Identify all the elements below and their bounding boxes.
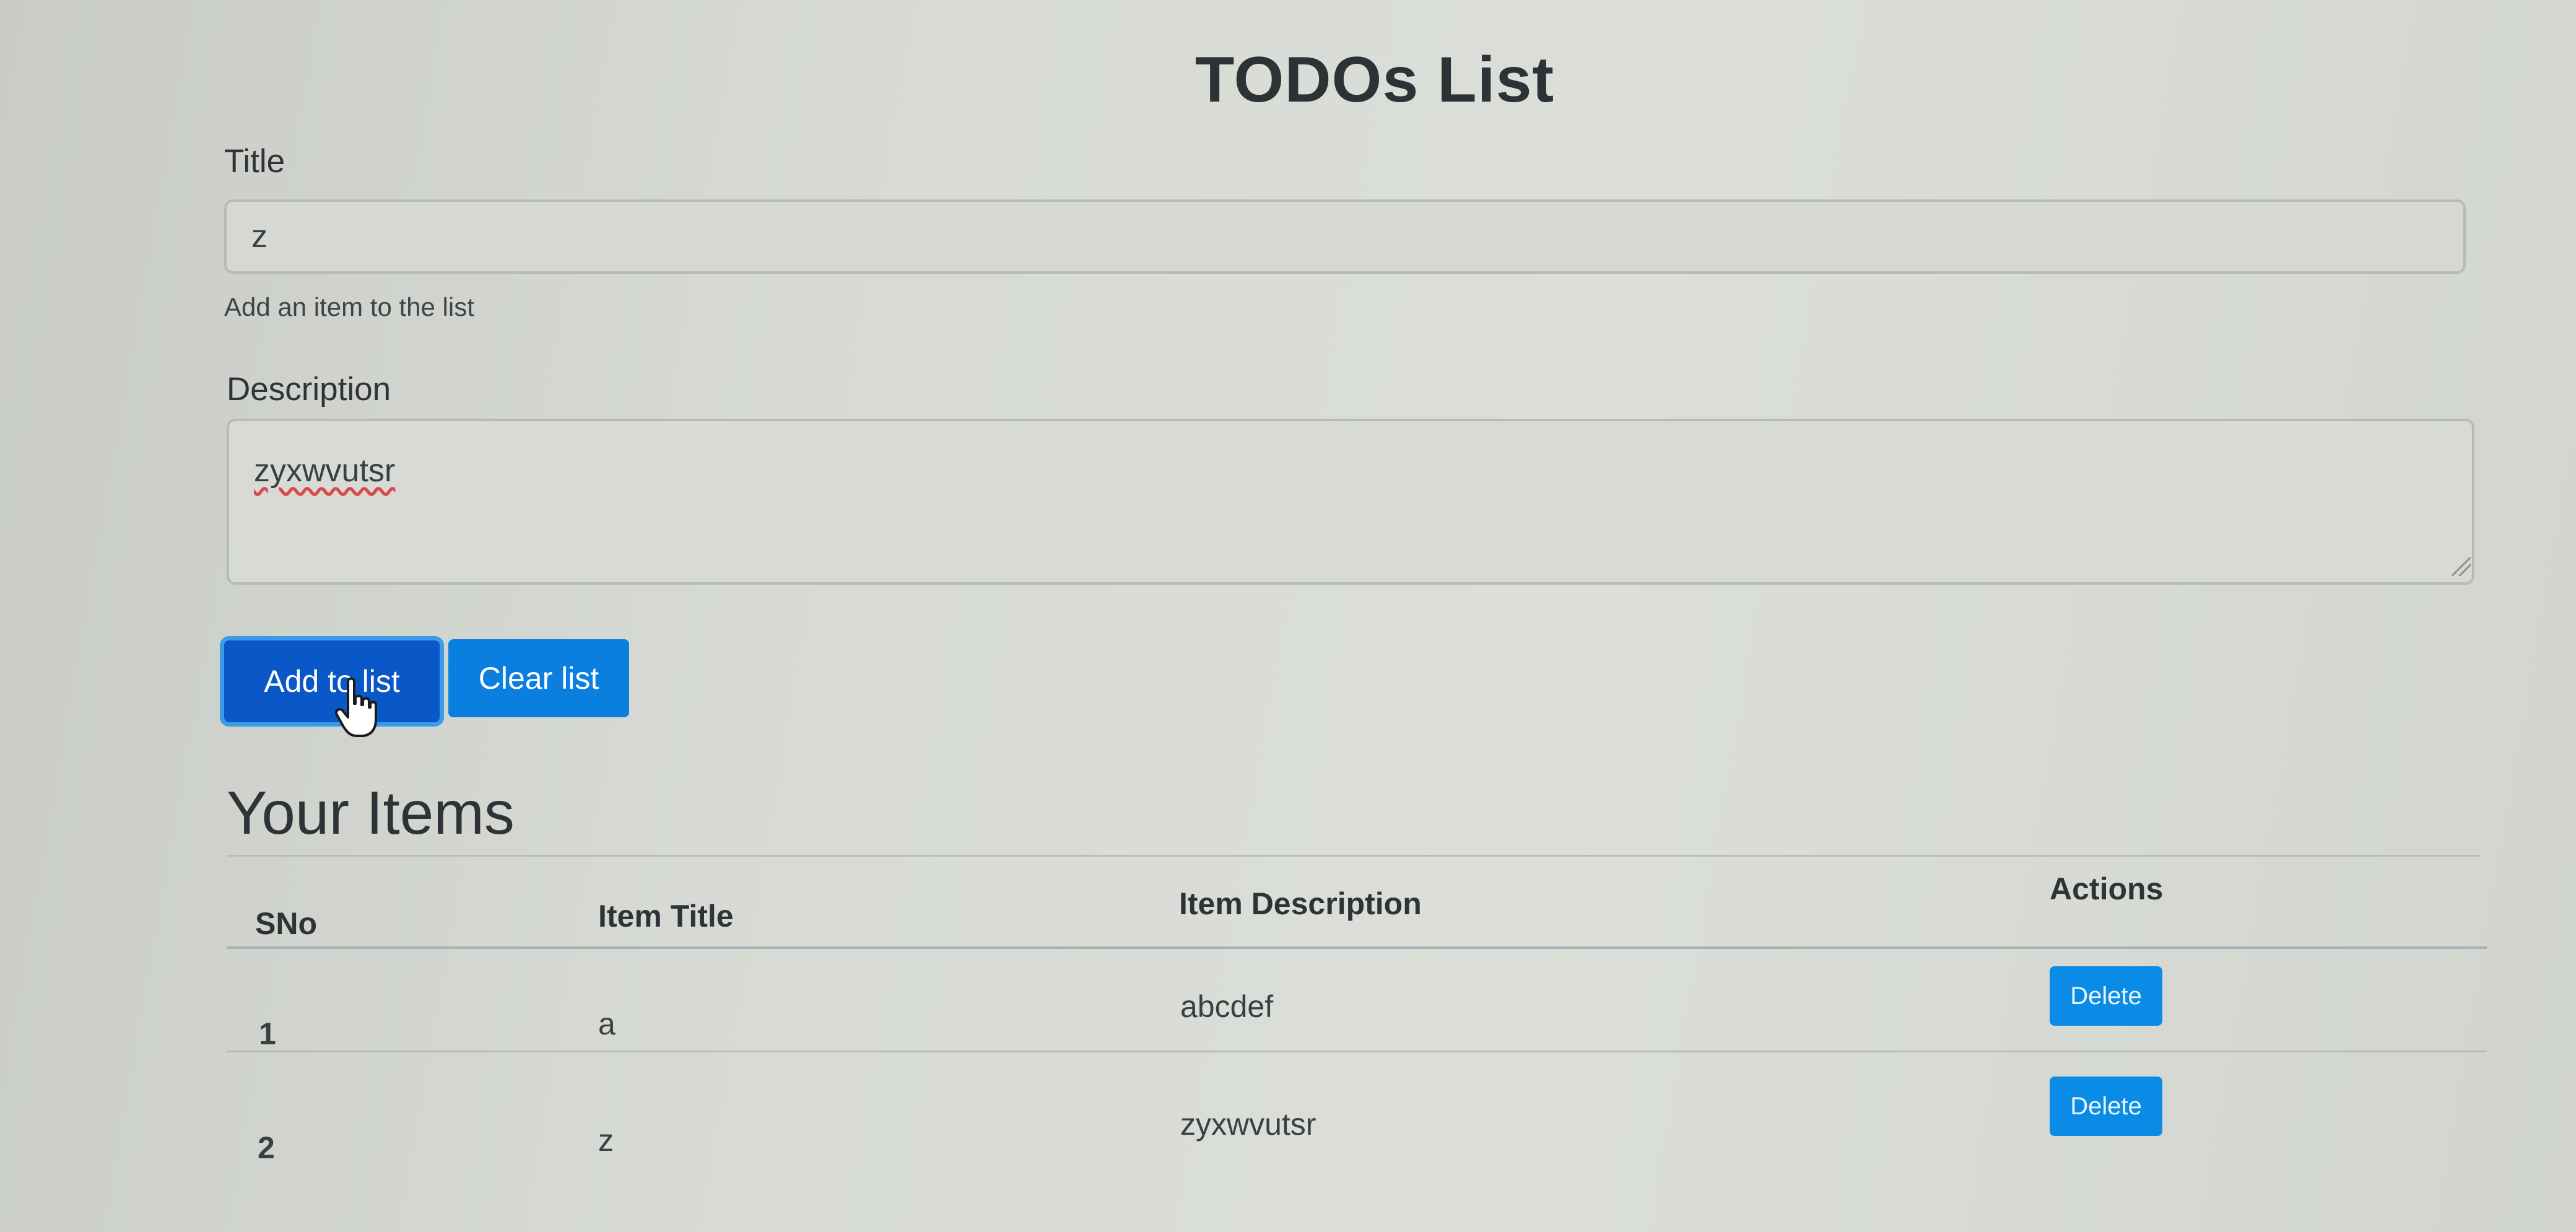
- cell-item-title: a: [598, 1007, 616, 1041]
- title-label: Title: [224, 143, 285, 180]
- column-header-item-title: Item Title: [598, 899, 734, 933]
- cell-sno: 1: [259, 1016, 276, 1051]
- cell-item-title: z: [598, 1123, 614, 1158]
- description-label: Description: [227, 371, 391, 408]
- table-header-divider: [227, 946, 2487, 949]
- cell-item-description: zyxwvutsr: [1180, 1107, 1316, 1142]
- title-help-text: Add an item to the list: [224, 292, 474, 321]
- hand-pointer-icon: [335, 677, 377, 737]
- todo-app-page: TODOs List Title Add an item to the list…: [0, 0, 2576, 1232]
- section-divider: [227, 855, 2481, 857]
- cell-item-description: abcdef: [1180, 989, 1274, 1024]
- title-input[interactable]: [224, 199, 2466, 274]
- delete-button[interactable]: Delete: [2050, 966, 2162, 1026]
- column-header-actions: Actions: [2050, 872, 2164, 906]
- page-title: TODOs List: [1194, 44, 1555, 116]
- description-textarea[interactable]: zyxwvutsr: [227, 419, 2474, 585]
- cell-sno: 2: [258, 1130, 275, 1165]
- delete-button[interactable]: Delete: [2050, 1077, 2162, 1136]
- textarea-resize-handle[interactable]: [2452, 557, 2471, 576]
- row-divider: [227, 1051, 2487, 1052]
- column-header-sno: SNo: [255, 906, 317, 941]
- add-to-list-button[interactable]: Add to list: [224, 640, 440, 722]
- column-header-item-description: Item Description: [1179, 886, 1422, 921]
- clear-list-button[interactable]: Clear list: [448, 639, 629, 717]
- items-section-heading: Your Items: [227, 779, 515, 847]
